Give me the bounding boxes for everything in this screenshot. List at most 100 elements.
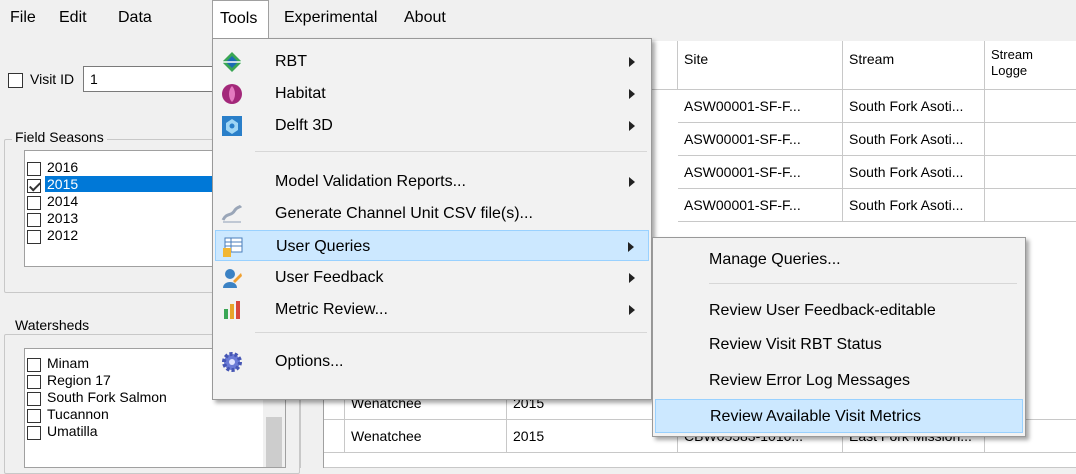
menu-experimental[interactable]: Experimental [284,0,377,38]
menu-separator [255,332,647,333]
season-checkbox[interactable] [27,162,41,176]
column-header-site[interactable]: Site [678,41,843,90]
list-item[interactable]: 2012 [25,227,233,245]
cell-logger[interactable] [985,123,1076,156]
cell-stream[interactable]: South Fork Asoti... [843,90,985,123]
menu-item-delft3d[interactable]: Delft 3D [215,110,649,141]
watershed-checkbox[interactable] [27,392,41,406]
menu-file[interactable]: File [10,0,36,38]
list-item[interactable]: Tucannon [25,406,285,424]
menu-item-label: Metric Review... [275,301,388,318]
menu-item-label: Review Error Log Messages [709,372,910,389]
user-queries-icon [223,237,243,257]
watersheds-title: Watersheds [12,317,93,333]
menu-item-metric-review[interactable]: Metric Review... [215,294,649,325]
cell-site[interactable]: ASW00001-SF-F... [678,90,843,123]
menu-item-rbt[interactable]: RBT [215,46,649,77]
watershed-label: Region 17 [47,372,111,388]
column-header-stream[interactable]: Stream [843,41,985,90]
menu-item-label: User Feedback [275,269,384,286]
scrollbar-thumb[interactable] [266,417,282,467]
menu-data[interactable]: Data [118,0,152,38]
menu-item-label: User Queries [276,238,371,255]
cell-stream[interactable]: South Fork Asoti... [843,123,985,156]
cell-stream[interactable]: South Fork Asoti... [843,156,985,189]
row-header[interactable] [324,420,345,453]
menu-edit[interactable]: Edit [59,0,87,38]
submenu-arrow-icon [629,57,635,67]
visit-id-checkbox[interactable] [8,73,23,88]
watershed-label: Umatilla [47,423,98,439]
watershed-label: South Fork Salmon [47,389,167,405]
season-label: 2015 [45,176,233,192]
watershed-checkbox[interactable] [27,375,41,389]
menu-item-options[interactable]: Options... [215,346,649,377]
tools-menu: RBT Habitat Delft 3D Model Validation Re… [212,38,652,400]
menu-item-generate-channel-unit-csv[interactable]: Generate Channel Unit CSV file(s)... [215,198,649,229]
submenu-arrow-icon [629,121,635,131]
cell-watershed[interactable]: Wenatchee [345,420,507,453]
list-item[interactable]: 2014 [25,193,233,211]
list-item[interactable]: 2016 [25,159,233,177]
list-item[interactable]: 2013 [25,210,233,228]
season-checkbox[interactable] [27,213,41,227]
submenu-arrow-icon [629,273,635,283]
season-label: 2013 [47,210,79,226]
rbt-icon [222,52,242,72]
menu-item-label: Review Available Visit Metrics [710,408,922,425]
menu-item-review-error-log-messages[interactable]: Review Error Log Messages [655,364,1023,398]
season-checkbox[interactable] [27,230,41,244]
user-feedback-icon [223,269,242,288]
cell-site[interactable]: ASW00001-SF-F... [678,189,843,222]
menu-item-manage-queries[interactable]: Manage Queries... [655,243,1023,277]
season-label: 2012 [47,227,79,243]
submenu-arrow-icon [629,177,635,187]
submenu-arrow-icon [629,89,635,99]
season-checkbox[interactable] [27,179,41,193]
grid-empty-area [324,453,1076,468]
column-header-stream-logger[interactable]: Stream Logge [985,41,1076,90]
cell-logger[interactable] [985,156,1076,189]
cell-logger[interactable] [985,90,1076,123]
menu-item-label: Review Visit RBT Status [709,336,882,353]
visit-id-field[interactable]: 1 [83,66,213,92]
options-gear-icon [222,352,242,372]
menu-item-review-visit-rbt-status[interactable]: Review Visit RBT Status [655,328,1023,362]
metric-review-icon [224,301,240,319]
menu-item-label: Manage Queries... [709,251,841,268]
field-seasons-title: Field Seasons [12,129,107,145]
menu-item-label: RBT [275,53,307,70]
delft3d-icon [222,116,242,136]
menu-tools[interactable]: Tools [212,0,269,38]
menu-about[interactable]: About [404,0,446,38]
menu-item-review-available-visit-metrics[interactable]: Review Available Visit Metrics [655,399,1023,433]
habitat-icon [222,84,242,104]
menu-item-label: Options... [275,353,344,370]
list-item[interactable]: Umatilla [25,423,285,441]
watershed-checkbox[interactable] [27,426,41,440]
menu-item-habitat[interactable]: Habitat [215,78,649,109]
submenu-arrow-icon [629,305,635,315]
menu-item-model-validation-reports[interactable]: Model Validation Reports... [215,166,649,197]
channel-unit-icon [221,204,243,223]
menu-item-label: Generate Channel Unit CSV file(s)... [275,205,533,222]
menu-item-label: Model Validation Reports... [275,173,466,190]
cell-stream[interactable]: South Fork Asoti... [843,189,985,222]
field-seasons-list[interactable]: 2016 2015 2014 2013 2012 [24,150,234,267]
cell-site[interactable]: ASW00001-SF-F... [678,123,843,156]
menu-item-user-queries[interactable]: User Queries [215,230,649,261]
menu-item-user-feedback[interactable]: User Feedback [215,262,649,293]
menu-item-review-user-feedback-editable[interactable]: Review User Feedback-editable [655,294,1023,328]
list-item[interactable]: 2015 [25,176,233,194]
cell-logger[interactable] [985,189,1076,222]
watershed-checkbox[interactable] [27,358,41,372]
user-queries-submenu: Manage Queries... Review User Feedback-e… [652,237,1026,437]
menu-item-label: Delft 3D [275,117,333,134]
menu-item-label: Review User Feedback-editable [709,302,936,319]
watershed-label: Tucannon [47,406,109,422]
watershed-checkbox[interactable] [27,409,41,423]
season-checkbox[interactable] [27,196,41,210]
cell-site[interactable]: ASW00001-SF-F... [678,156,843,189]
menu-bar: File Edit Data Tools Experimental About [0,0,1076,38]
visit-id-label: Visit ID [30,71,75,87]
